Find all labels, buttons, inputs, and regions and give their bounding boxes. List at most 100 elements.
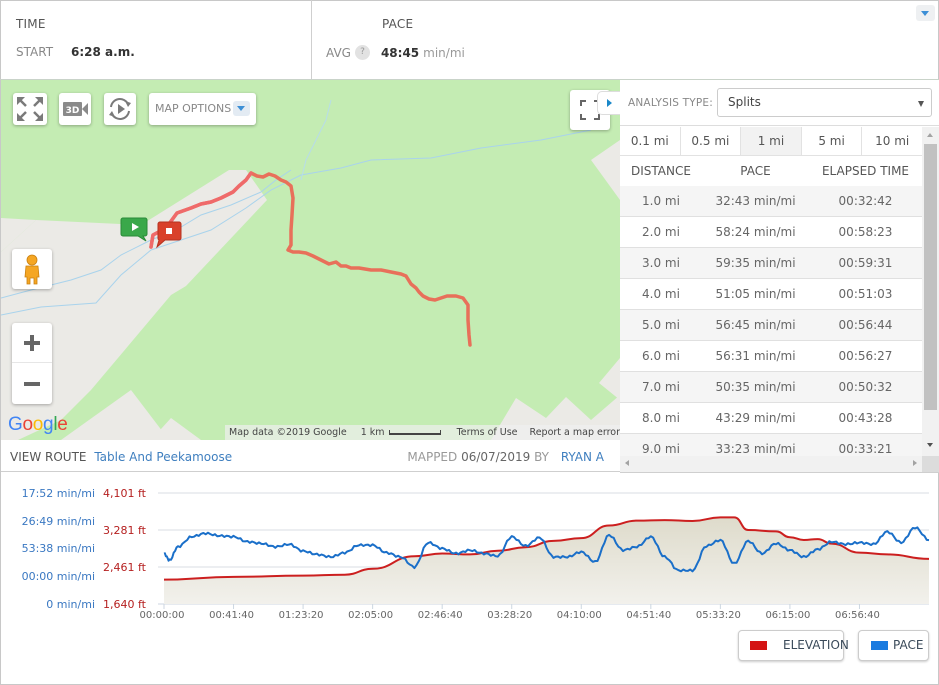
route-info-bar: VIEW ROUTE Table And Peekamoose MAPPED 0… xyxy=(1,440,620,472)
start-time-value: 6:28 a.m. xyxy=(71,45,135,59)
report-map-error-link[interactable]: Report a map error xyxy=(530,427,620,438)
3d-view-button[interactable]: 3D xyxy=(59,93,91,125)
tab-5-mi[interactable]: 5 mi xyxy=(802,127,863,155)
scroll-left-icon[interactable] xyxy=(625,460,629,466)
tab-10-mi[interactable]: 10 mi xyxy=(862,127,922,155)
x-tick-label: 02:46:40 xyxy=(418,610,463,621)
scale-label: 1 km xyxy=(360,427,385,438)
elevation-axis-label: 2,461 ft xyxy=(103,561,147,574)
analysis-type-value: Splits xyxy=(728,95,761,109)
split-row[interactable]: 2.0 mi 58:24 min/mi 00:58:23 xyxy=(620,217,922,248)
scroll-down-icon[interactable] xyxy=(927,443,933,447)
elevation-axis-label: 3,281 ft xyxy=(103,524,147,537)
x-tick-label: 04:51:40 xyxy=(626,610,671,621)
fullscreen-expand-button[interactable] xyxy=(13,93,47,125)
mapped-date: 06/07/2019 xyxy=(461,450,531,464)
split-row[interactable]: 7.0 mi 50:35 min/mi 00:50:32 xyxy=(620,372,922,403)
interval-tabs: 0.1 mi 0.5 mi 1 mi 5 mi 10 mi xyxy=(620,127,922,156)
avg-pace-unit: min/mi xyxy=(423,45,465,60)
expand-arrows-icon xyxy=(17,97,43,121)
elevation-swatch xyxy=(750,641,767,650)
route-name-link[interactable]: Table And Peekamoose xyxy=(94,450,232,464)
rotate-map-button[interactable] xyxy=(104,93,136,125)
view-route-label: VIEW ROUTE xyxy=(10,450,87,464)
analysis-type-select[interactable]: Splits xyxy=(717,88,932,117)
tab-0-5-mi[interactable]: 0.5 mi xyxy=(681,127,742,155)
zoom-in-button[interactable] xyxy=(12,323,52,363)
scroll-right-icon[interactable] xyxy=(913,460,917,466)
split-row[interactable]: 1.0 mi 32:43 min/mi 00:32:42 xyxy=(620,186,922,217)
split-pace: 43:29 min/mi xyxy=(715,411,796,425)
split-row[interactable]: 5.0 mi 56:45 min/mi 00:56:44 xyxy=(620,310,922,341)
x-tick-label: 05:33:20 xyxy=(696,610,741,621)
split-row[interactable]: 4.0 mi 51:05 min/mi 00:51:03 xyxy=(620,279,922,310)
split-row[interactable]: 9.0 mi 33:23 min/mi 00:33:21 xyxy=(620,434,922,456)
split-pace: 32:43 min/mi xyxy=(715,194,796,208)
x-tick-label: 03:28:20 xyxy=(487,610,532,621)
tab-1-mi[interactable]: 1 mi xyxy=(741,127,802,155)
caret-down-icon xyxy=(918,101,924,107)
splits-table: 1.0 mi 32:43 min/mi 00:32:42 2.0 mi 58:24 mi… xyxy=(620,186,922,456)
scrollbar-corner xyxy=(922,456,939,472)
split-row[interactable]: 3.0 mi 59:35 min/mi 00:59:31 xyxy=(620,248,922,279)
legend-elevation-label: ELEVATION xyxy=(783,638,849,652)
elevation-axis-label: 4,101 ft xyxy=(103,487,147,500)
analysis-type-label: ANALYSIS TYPE: xyxy=(628,97,713,109)
start-label: START xyxy=(16,45,54,59)
split-elapsed-time: 00:59:31 xyxy=(838,256,893,270)
by-label: BY xyxy=(534,450,549,464)
split-pace: 33:23 min/mi xyxy=(715,442,796,456)
split-distance: 7.0 mi xyxy=(642,380,680,394)
scroll-thumb[interactable] xyxy=(924,144,937,410)
legend-pace-toggle[interactable]: PACE xyxy=(858,630,929,661)
split-distance: 8.0 mi xyxy=(642,411,680,425)
svg-text:3D: 3D xyxy=(66,106,80,116)
x-tick-label: 01:23:20 xyxy=(279,610,324,621)
legend-elevation-toggle[interactable]: ELEVATION xyxy=(738,630,849,661)
split-elapsed-time: 00:58:23 xyxy=(838,225,893,239)
split-pace: 59:35 min/mi xyxy=(715,256,796,270)
terms-link[interactable]: Terms of Use xyxy=(457,427,518,438)
x-tick-label: 06:15:00 xyxy=(765,610,810,621)
x-tick-label: 00:00:00 xyxy=(140,610,185,621)
zoom-controls xyxy=(12,323,52,404)
pace-swatch xyxy=(871,641,888,650)
google-logo: Google xyxy=(8,414,68,435)
pace-title: PACE xyxy=(382,17,414,31)
horizontal-scrollbar[interactable] xyxy=(620,456,922,472)
street-view-button[interactable] xyxy=(12,249,52,289)
splits-header: DISTANCE PACE ELAPSED TIME xyxy=(620,156,922,186)
column-pace: PACE xyxy=(740,164,771,178)
scale-bar xyxy=(388,430,441,435)
scroll-up-icon[interactable] xyxy=(927,133,933,137)
map-options-dropdown[interactable]: MAP OPTIONS xyxy=(149,93,256,125)
vertical-scrollbar[interactable] xyxy=(922,127,939,456)
pace-stat: PACE AVG ? 48:45 min/mi xyxy=(312,0,939,79)
route-map[interactable]: 3D MAP OPTIONS Google Map data ©2019 Goo… xyxy=(1,80,620,440)
split-row[interactable]: 6.0 mi 56:31 min/mi 00:56:27 xyxy=(620,341,922,372)
avg-pace-value: 48:45 xyxy=(380,45,420,60)
help-icon[interactable]: ? xyxy=(354,45,370,60)
pace-axis-label: 0 min/mi xyxy=(46,598,95,611)
split-distance: 2.0 mi xyxy=(642,225,680,239)
collapse-stats-button[interactable] xyxy=(916,5,935,21)
tab-0-1-mi[interactable]: 0.1 mi xyxy=(620,127,681,155)
toggle-panel-button[interactable] xyxy=(597,91,620,115)
map-data-attribution: Map data ©2019 Google xyxy=(229,427,347,438)
zoom-out-button[interactable] xyxy=(12,364,52,404)
split-pace: 56:45 min/mi xyxy=(715,318,796,332)
split-pace: 56:31 min/mi xyxy=(715,349,796,363)
x-tick-label: 04:10:00 xyxy=(557,610,602,621)
chevron-down-icon xyxy=(233,101,250,116)
legend-pace-label: PACE xyxy=(893,638,924,652)
x-tick-label: 00:41:40 xyxy=(209,610,254,621)
chart-plot: 00:00:00 00:41:40 01:23:20 02:05:00 02:46:40… xyxy=(22,487,930,621)
elevation-pace-chart: 00:00:00 00:41:40 01:23:20 02:05:00 02:46:40… xyxy=(0,474,939,685)
split-elapsed-time: 00:56:44 xyxy=(838,318,893,332)
map-options-label: MAP OPTIONS xyxy=(155,102,232,115)
pace-axis-label: 53:38 min/mi xyxy=(22,542,95,555)
split-row[interactable]: 8.0 mi 43:29 min/mi 00:43:28 xyxy=(620,403,922,434)
split-elapsed-time: 00:32:42 xyxy=(838,194,893,208)
author-link[interactable]: RYAN A xyxy=(561,450,604,464)
x-tick-label: 06:56:40 xyxy=(835,610,880,621)
